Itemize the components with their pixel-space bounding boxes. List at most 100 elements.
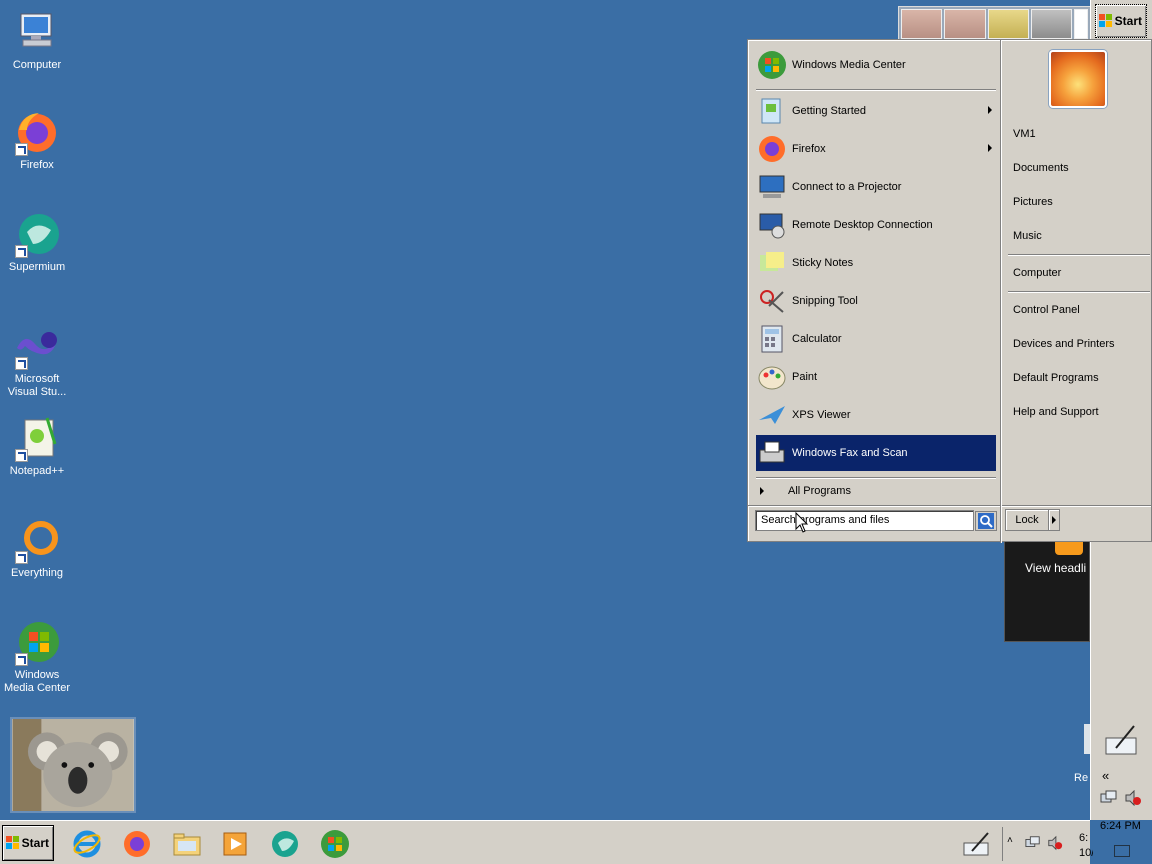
desktop-icon-notepadpp[interactable]: Notepad++ [2, 414, 72, 478]
places-item-default-programs[interactable]: Default Programs [1013, 367, 1143, 389]
sidebar-clock[interactable]: 6:24 PM [1100, 820, 1141, 832]
menu-item-xps-viewer[interactable]: XPS Viewer [756, 397, 996, 433]
news-headlines-gadget[interactable]: View headli [1004, 530, 1090, 642]
start-menu: Windows Media Center Getting Started Fir… [747, 39, 1152, 543]
pen-input-icon[interactable] [1104, 722, 1138, 756]
notepadpp-icon [13, 414, 61, 462]
paint-icon [756, 361, 788, 393]
desktop-icon-visual-studio[interactable]: Microsoft Visual Stu... [2, 322, 72, 399]
clock-date: 10/ [1079, 847, 1093, 859]
menu-item-firefox[interactable]: Firefox [756, 131, 996, 167]
everything-icon [13, 516, 61, 564]
places-item-user[interactable]: VM1 [1013, 123, 1143, 145]
desktop-icon-label: Everything [11, 567, 63, 579]
slideshow-gadget-koala[interactable] [10, 717, 136, 813]
menu-item-windows-media-center[interactable]: Windows Media Center [756, 47, 996, 83]
thumbnail[interactable] [1074, 9, 1088, 39]
desktop-icon-supermium[interactable]: Supermium [2, 210, 72, 274]
thumbnail[interactable] [901, 9, 943, 39]
menu-item-label: Snipping Tool [792, 295, 858, 307]
clock-time: 6: [1079, 832, 1089, 844]
menu-item-label: Calculator [792, 333, 842, 345]
recycle-bin-label: Re [1074, 772, 1089, 784]
fax-scan-icon [756, 437, 788, 469]
volume-muted-icon[interactable] [1047, 835, 1063, 851]
firefox-icon [756, 133, 788, 165]
taskbar-media-player[interactable] [218, 827, 252, 861]
xps-viewer-icon [756, 399, 788, 431]
menu-item-calculator[interactable]: Calculator [756, 321, 996, 357]
places-item-help-support[interactable]: Help and Support [1013, 401, 1143, 423]
show-hidden-icons-chevron[interactable]: « [1102, 768, 1109, 783]
menu-item-label: Firefox [792, 143, 826, 155]
start-menu-programs: Windows Media Center Getting Started Fir… [752, 44, 1000, 504]
menu-item-remote-desktop[interactable]: Remote Desktop Connection [756, 207, 996, 243]
menu-item-label: Getting Started [792, 105, 866, 117]
shortcut-arrow-icon [15, 143, 28, 156]
menu-item-label: Connect to a Projector [792, 181, 902, 193]
desktop-icon-computer[interactable]: Computer [2, 8, 72, 72]
taskbar-file-explorer[interactable] [170, 827, 204, 861]
taskbar-internet-explorer[interactable] [70, 827, 104, 861]
desktop-icon-everything[interactable]: Everything [2, 516, 72, 580]
desktop-icon-firefox[interactable]: Firefox [2, 108, 72, 172]
windows-media-center-icon [13, 618, 61, 666]
user-avatar[interactable] [1049, 50, 1107, 108]
search-input[interactable]: Search programs and files [755, 510, 974, 531]
tray-expand-chevron[interactable]: ˄ [1007, 835, 1013, 846]
taskbar-media-center[interactable] [318, 827, 352, 861]
start-menu-places: VM1 Documents Pictures Music Computer Co… [1004, 40, 1152, 505]
all-programs-button[interactable]: All Programs [756, 481, 996, 501]
network-icon[interactable] [1100, 790, 1118, 806]
media-player-icon [223, 832, 247, 856]
desktop-icon-label: Microsoft Visual Stu... [7, 373, 67, 398]
menu-item-fax-scan[interactable]: Windows Fax and Scan [756, 435, 996, 471]
getting-started-icon [756, 95, 788, 127]
menu-item-sticky-notes[interactable]: Sticky Notes [756, 245, 996, 281]
sidebar-start-button[interactable]: Start [1095, 4, 1147, 38]
all-programs-arrow-icon [760, 487, 764, 495]
places-item-music[interactable]: Music [1013, 225, 1143, 247]
places-item-computer[interactable]: Computer [1013, 262, 1143, 284]
taskbar-thumbnails[interactable] [898, 6, 1091, 42]
thumbnail[interactable] [987, 9, 1029, 39]
menu-separator [756, 89, 996, 91]
mouse-cursor-icon [795, 512, 809, 533]
desktop-icon-media-center[interactable]: Windows Media Center [2, 618, 72, 695]
desktop-icon-label: Windows Media Center [3, 669, 71, 694]
sticky-notes-icon [756, 247, 788, 279]
menu-separator [756, 477, 996, 479]
file-explorer-icon [173, 833, 201, 856]
network-icon[interactable] [1025, 835, 1041, 851]
taskbar-clock[interactable]: 6: 10/ [1079, 831, 1093, 861]
menu-item-snipping-tool[interactable]: Snipping Tool [756, 283, 996, 319]
start-button[interactable]: Start [2, 825, 54, 861]
taskbar-supermium[interactable] [268, 827, 302, 861]
menu-item-connect-projector[interactable]: Connect to a Projector [756, 169, 996, 205]
desktop-icon-label: Notepad++ [9, 465, 65, 477]
places-item-devices-printers[interactable]: Devices and Printers [1013, 333, 1143, 355]
shortcut-arrow-icon [15, 653, 28, 666]
menu-item-label: Remote Desktop Connection [792, 219, 933, 231]
column-divider [1000, 40, 1002, 543]
menu-item-paint[interactable]: Paint [756, 359, 996, 395]
taskbar-pen-input[interactable] [960, 827, 994, 861]
taskbar-firefox[interactable] [120, 827, 154, 861]
gadget-label: View headli [1025, 561, 1087, 575]
thumbnail[interactable] [944, 9, 986, 39]
start-label: Start [21, 836, 49, 850]
menu-item-getting-started[interactable]: Getting Started [756, 93, 996, 129]
search-button[interactable] [975, 511, 997, 531]
thumbnail[interactable] [1030, 9, 1072, 39]
volume-muted-icon[interactable] [1124, 789, 1142, 807]
places-item-pictures[interactable]: Pictures [1013, 191, 1143, 213]
shutdown-options-arrow[interactable] [1048, 509, 1060, 531]
recycle-bin-icon [1084, 724, 1090, 754]
places-item-control-panel[interactable]: Control Panel [1013, 299, 1143, 321]
submenu-arrow-icon [988, 106, 992, 114]
show-desktop-icon[interactable] [1114, 845, 1130, 857]
places-item-documents[interactable]: Documents [1013, 157, 1143, 179]
lock-button[interactable]: Lock [1005, 509, 1049, 531]
shortcut-arrow-icon [15, 551, 28, 564]
windows-flag-icon [1098, 14, 1113, 28]
